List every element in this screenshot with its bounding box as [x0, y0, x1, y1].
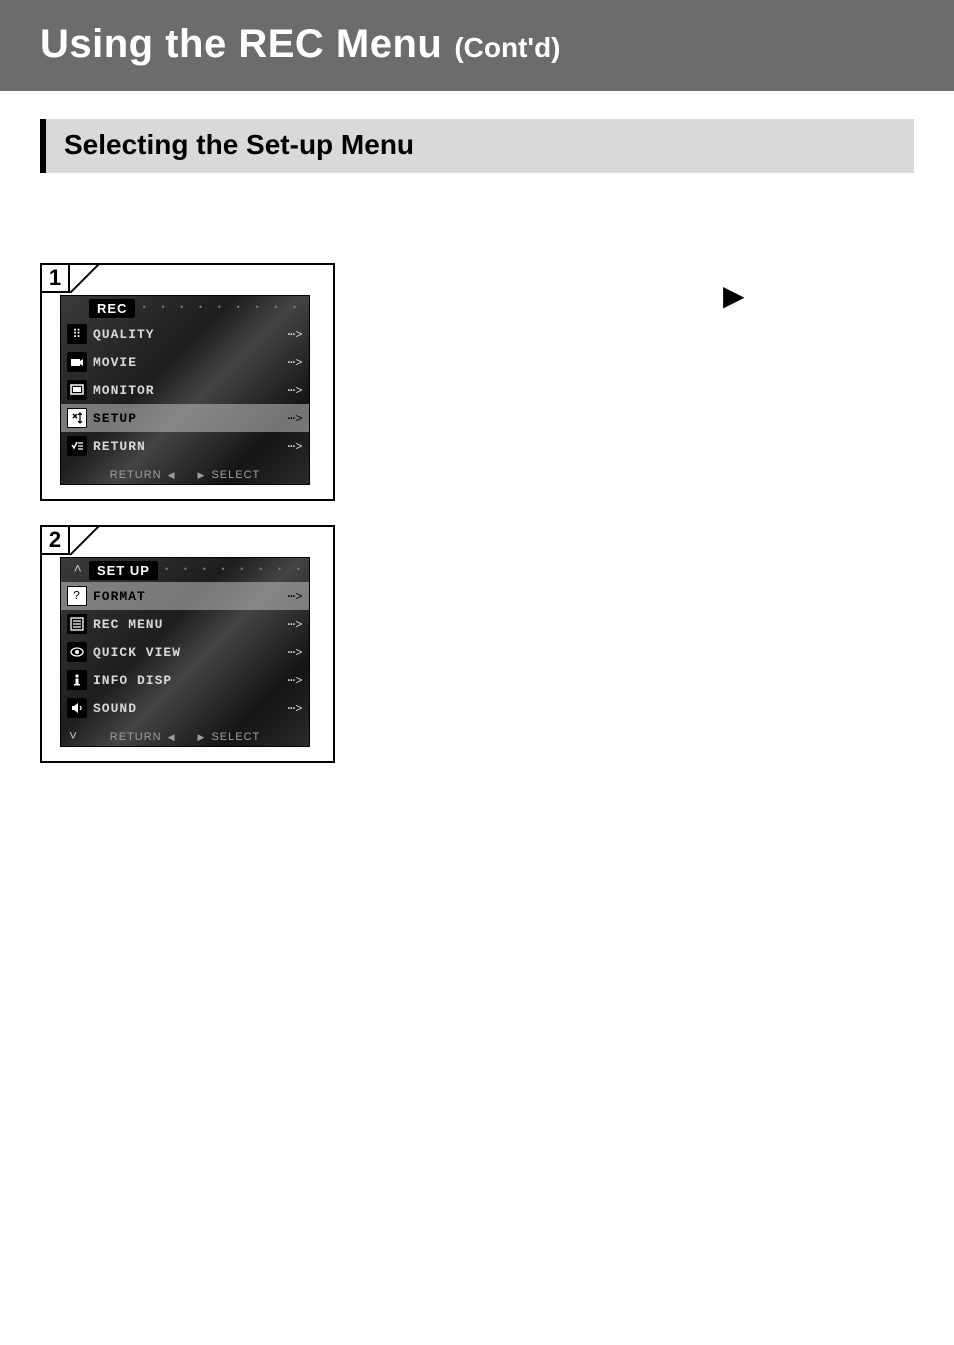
page-root: Using the REC Menu (Cont'd) Selecting th…: [0, 0, 954, 1345]
lcd-screen: ˄ SET UP • • • • • • • • • • • • ? FORMA…: [60, 557, 310, 747]
play-icon: ▶: [723, 279, 745, 312]
menu-item-monitor[interactable]: MONITOR ⋯>: [61, 376, 309, 404]
menu-item-label: QUALITY: [93, 327, 288, 342]
menu-item-movie[interactable]: MOVIE ⋯>: [61, 348, 309, 376]
panel-inner: REC • • • • • • • • • • • • ⠿ QUALITY ⋯>…: [60, 295, 315, 485]
quickview-icon: [67, 642, 87, 662]
menu-item-quality[interactable]: ⠿ QUALITY ⋯>: [61, 320, 309, 348]
menu-item-setup[interactable]: SETUP ⋯>: [61, 404, 309, 432]
setup-icon: [67, 408, 87, 428]
quality-icon: ⠿: [67, 324, 87, 344]
chevron-right-icon: ⋯>: [288, 701, 303, 716]
menu-item-label: FORMAT: [93, 589, 288, 604]
lcd-screen: REC • • • • • • • • • • • • ⠿ QUALITY ⋯>…: [60, 295, 310, 485]
page-title-main: Using the REC Menu: [40, 22, 442, 67]
menu-item-format[interactable]: ? FORMAT ⋯>: [61, 582, 309, 610]
body-area: ▶ 1 REC • • • • • • • • • • • • ⠿ QUALIT…: [0, 173, 954, 763]
panel-inner: ˄ SET UP • • • • • • • • • • • • ? FORMA…: [60, 557, 315, 747]
info-icon: [67, 670, 87, 690]
menu-item-label: SOUND: [93, 701, 288, 716]
menu-item-label: INFO DISP: [93, 673, 288, 688]
menu-item-label: QUICK VIEW: [93, 645, 288, 660]
footer-select-label: SELECT: [211, 469, 260, 481]
chevron-right-icon: ⋯>: [288, 355, 303, 370]
return-icon: [67, 436, 87, 456]
menu-item-label: RETURN: [93, 439, 288, 454]
lcd-header: REC • • • • • • • • • • • •: [61, 296, 309, 320]
triangle-left-icon: ◀: [168, 732, 176, 743]
menu-item-infodisp[interactable]: INFO DISP ⋯>: [61, 666, 309, 694]
menu-item-recmenu[interactable]: REC MENU ⋯>: [61, 610, 309, 638]
menu-title: SET UP: [89, 561, 158, 580]
step-number: 2: [40, 525, 70, 555]
header-dots: • • • • • • • • • • • •: [158, 565, 309, 575]
footer-select-label: SELECT: [211, 731, 260, 743]
header-dots: • • • • • • • • • • • •: [135, 303, 309, 313]
menu-item-label: SETUP: [93, 411, 288, 426]
step-panel-1: 1 REC • • • • • • • • • • • • ⠿ QUALITY …: [40, 263, 335, 501]
section-heading: Selecting the Set-up Menu: [40, 119, 914, 173]
triangle-right-icon: ▶: [198, 470, 206, 481]
sound-icon: [67, 698, 87, 718]
footer-return-label: RETURN: [110, 731, 162, 743]
menu-item-quickview[interactable]: QUICK VIEW ⋯>: [61, 638, 309, 666]
title-bar: Using the REC Menu (Cont'd): [0, 0, 954, 91]
chevron-right-icon: ⋯>: [288, 673, 303, 688]
page-title-suffix: (Cont'd): [454, 32, 560, 64]
recmenu-icon: [67, 614, 87, 634]
triangle-left-icon: ◀: [168, 470, 176, 481]
lcd-header: ˄ SET UP • • • • • • • • • • • •: [61, 558, 309, 582]
monitor-icon: [67, 380, 87, 400]
chevron-right-icon: ⋯>: [288, 617, 303, 632]
menu-item-label: MOVIE: [93, 355, 288, 370]
step-panel-2: 2 ˄ SET UP • • • • • • • • • • • • ? FOR…: [40, 525, 335, 763]
menu-item-label: MONITOR: [93, 383, 288, 398]
chevron-right-icon: ⋯>: [288, 383, 303, 398]
menu-title: REC: [89, 299, 135, 318]
lcd-footer: ˅ RETURN ◀ ▶ SELECT: [61, 731, 309, 743]
scroll-down-icon[interactable]: ˅: [69, 727, 78, 743]
chevron-right-icon: ⋯>: [288, 439, 303, 454]
menu-item-return[interactable]: RETURN ⋯>: [61, 432, 309, 460]
panel-tab: 2: [40, 525, 100, 555]
lcd-footer: RETURN ◀ ▶ SELECT: [61, 469, 309, 481]
format-icon: ?: [67, 586, 87, 606]
panel-tab: 1: [40, 263, 100, 293]
chevron-right-icon: ⋯>: [288, 645, 303, 660]
menu-item-sound[interactable]: SOUND ⋯>: [61, 694, 309, 722]
tab-slash-icon: [70, 525, 100, 555]
menu-item-label: REC MENU: [93, 617, 288, 632]
chevron-right-icon: ⋯>: [288, 411, 303, 426]
footer-return-label: RETURN: [110, 469, 162, 481]
tab-slash-icon: [70, 263, 100, 293]
scroll-up-icon[interactable]: ˄: [67, 562, 89, 578]
triangle-right-icon: ▶: [198, 732, 206, 743]
movie-icon: [67, 352, 87, 372]
chevron-right-icon: ⋯>: [288, 327, 303, 342]
chevron-right-icon: ⋯>: [288, 589, 303, 604]
step-number: 1: [40, 263, 70, 293]
